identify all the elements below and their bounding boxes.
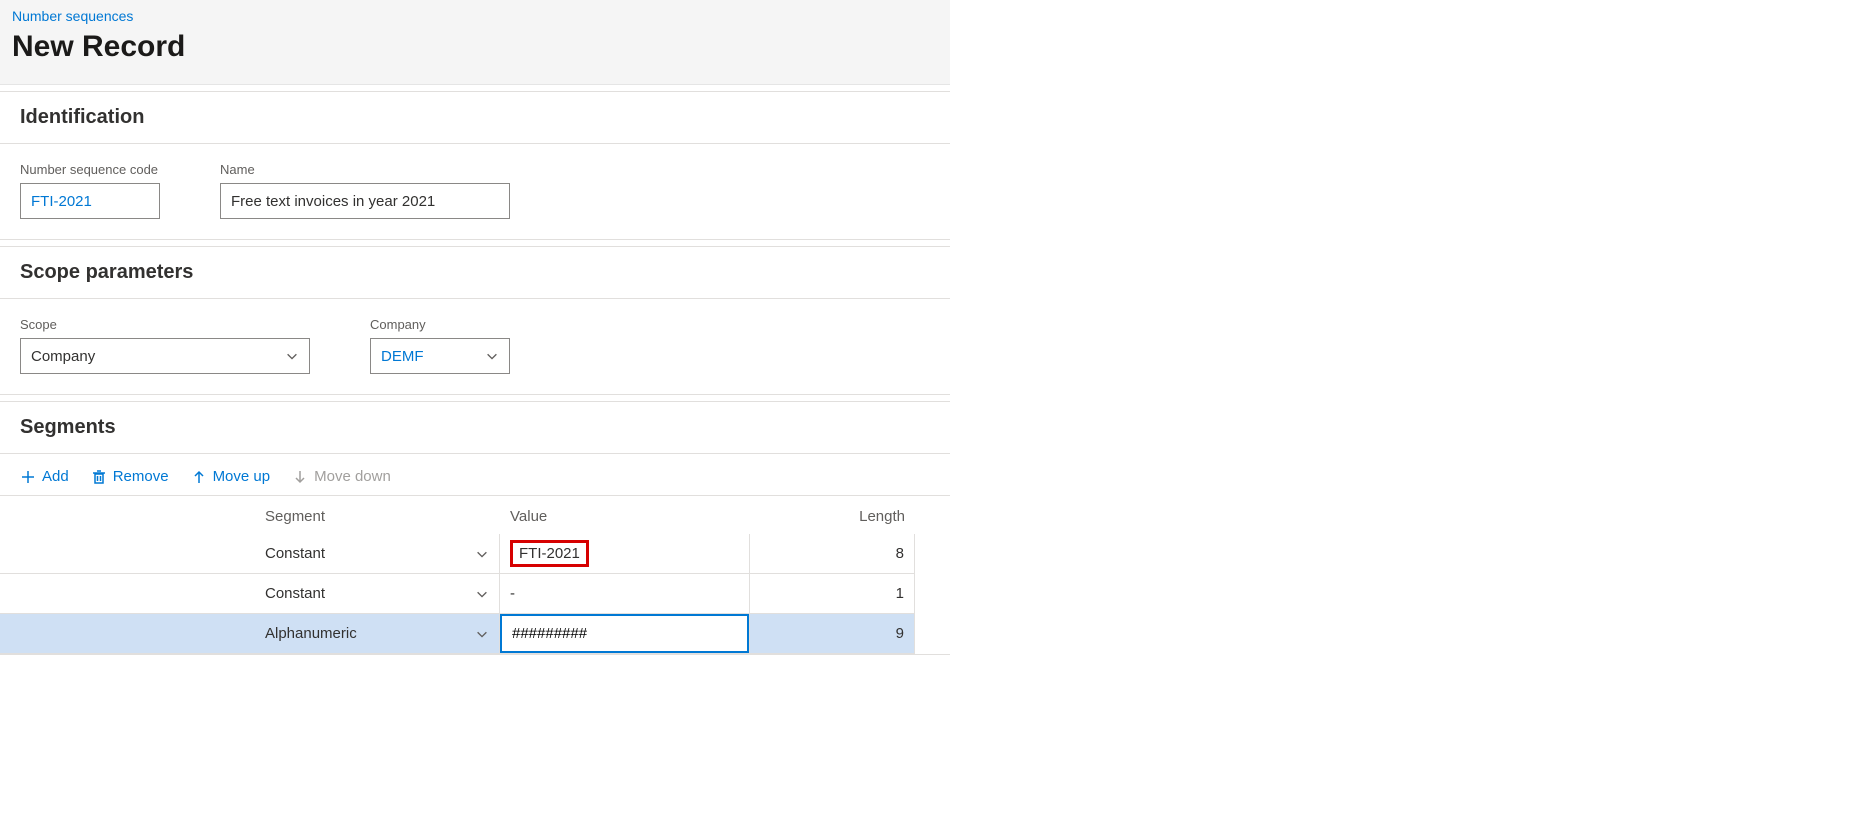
label-company: Company: [370, 317, 510, 332]
cell-value[interactable]: FTI-2021: [500, 534, 750, 574]
field-name: Name: [220, 162, 510, 219]
table-row[interactable]: Constant FTI-2021 8: [0, 534, 950, 574]
chevron-down-icon: [475, 547, 489, 561]
table-row[interactable]: Alphanumeric 9: [0, 614, 950, 654]
trash-icon: [91, 469, 107, 485]
page-title: New Record: [12, 30, 938, 64]
plus-icon: [20, 469, 36, 485]
add-button[interactable]: Add: [20, 468, 69, 485]
cell-segment[interactable]: Constant: [255, 534, 500, 574]
select-scope[interactable]: Company: [20, 338, 310, 374]
chevron-down-icon: [485, 349, 499, 363]
move-down-label: Move down: [314, 468, 391, 485]
input-name[interactable]: [220, 183, 510, 219]
grid-header-spacer: [0, 496, 255, 534]
segment-value: Constant: [265, 585, 475, 602]
label-scope: Scope: [20, 317, 310, 332]
select-company[interactable]: DEMF: [370, 338, 510, 374]
chevron-down-icon: [475, 627, 489, 641]
col-header-value[interactable]: Value: [500, 496, 750, 536]
add-label: Add: [42, 468, 69, 485]
breadcrumb[interactable]: Number sequences: [12, 8, 938, 24]
cell-value[interactable]: -: [500, 574, 750, 614]
label-name: Name: [220, 162, 510, 177]
field-scope: Scope Company: [20, 317, 310, 374]
table-row[interactable]: Constant - 1: [0, 574, 950, 614]
arrow-up-icon: [191, 469, 207, 485]
col-header-length[interactable]: Length: [750, 496, 915, 536]
section-identification: Identification Number sequence code Name: [0, 91, 950, 240]
row-selector[interactable]: [0, 534, 255, 574]
row-selector[interactable]: [0, 574, 255, 614]
move-up-label: Move up: [213, 468, 271, 485]
segments-toolbar: Add Remove Move up Move down: [0, 454, 950, 495]
segment-value: Alphanumeric: [265, 625, 475, 642]
cell-segment[interactable]: Constant: [255, 574, 500, 614]
col-header-segment[interactable]: Segment: [255, 496, 500, 536]
cell-length[interactable]: 1: [750, 574, 915, 614]
section-title-segments[interactable]: Segments: [0, 402, 950, 454]
section-scope: Scope parameters Scope Company Company D…: [0, 246, 950, 395]
chevron-down-icon: [475, 587, 489, 601]
section-segments: Segments Add Remove Move up: [0, 401, 950, 655]
field-number-sequence-code: Number sequence code: [20, 162, 160, 219]
cell-length[interactable]: 8: [750, 534, 915, 574]
move-up-button[interactable]: Move up: [191, 468, 271, 485]
label-number-sequence-code: Number sequence code: [20, 162, 160, 177]
segments-grid: Segment Value Length Constant FTI-2021 8: [0, 495, 950, 654]
remove-button[interactable]: Remove: [91, 468, 169, 485]
arrow-down-icon: [292, 469, 308, 485]
select-company-value: DEMF: [381, 348, 424, 365]
section-title-identification[interactable]: Identification: [0, 92, 950, 144]
value-editor-input[interactable]: [500, 614, 749, 653]
section-title-scope[interactable]: Scope parameters: [0, 247, 950, 299]
select-scope-value: Company: [31, 348, 95, 365]
field-company: Company DEMF: [370, 317, 510, 374]
input-number-sequence-code[interactable]: [20, 183, 160, 219]
cell-length[interactable]: 9: [750, 614, 915, 654]
page-header: Number sequences New Record: [0, 0, 950, 85]
remove-label: Remove: [113, 468, 169, 485]
move-down-button[interactable]: Move down: [292, 468, 391, 485]
segment-value: Constant: [265, 545, 475, 562]
chevron-down-icon: [285, 349, 299, 363]
highlighted-value: FTI-2021: [510, 540, 589, 567]
cell-segment[interactable]: Alphanumeric: [255, 614, 500, 654]
cell-value[interactable]: [500, 614, 750, 654]
grid-header: Segment Value Length: [0, 496, 950, 534]
row-selector[interactable]: [0, 614, 255, 654]
